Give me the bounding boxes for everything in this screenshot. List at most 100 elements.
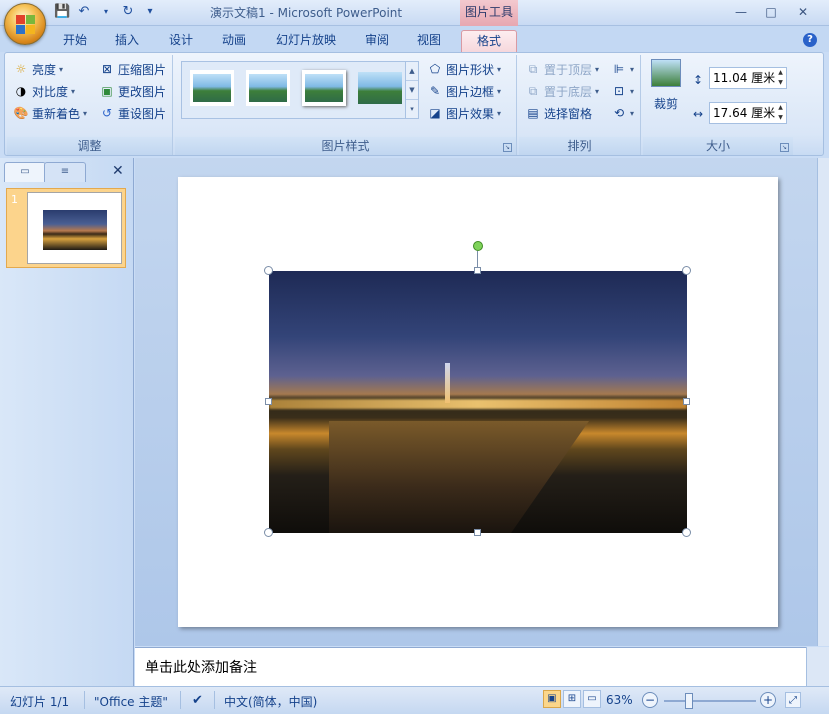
style-thumb-3[interactable] — [302, 70, 346, 106]
reset-picture-icon: ↺ — [101, 106, 113, 120]
brightness-label: 亮度 — [32, 62, 57, 77]
crop-button[interactable]: 裁剪 — [649, 59, 683, 117]
selected-picture[interactable] — [269, 271, 687, 533]
width-value: 17.64 厘米 — [713, 106, 776, 120]
resize-handle-se[interactable] — [682, 528, 691, 537]
gallery-scroll[interactable]: ▲ ▼ ▾ — [405, 61, 419, 119]
brightness-button[interactable]: ☼ 亮度 ▾ — [13, 59, 63, 79]
close-panel-icon[interactable]: ✕ — [112, 164, 126, 178]
close-button[interactable]: ✕ — [788, 2, 818, 22]
change-picture-button[interactable]: ▣ 更改图片 — [99, 81, 166, 101]
resize-handle-s[interactable] — [474, 529, 481, 536]
group-objects-button[interactable]: ⊡ ▾ — [611, 81, 634, 101]
group-icon: ⊡ — [613, 84, 625, 98]
bring-front-icon: ⧉ — [528, 62, 538, 76]
bring-to-front-button[interactable]: ⧉ 置于顶层 ▾ — [525, 59, 599, 79]
width-icon: ↔ — [693, 107, 704, 121]
gallery-more-icon[interactable]: ▾ — [406, 100, 418, 119]
style-thumb-4[interactable] — [358, 70, 402, 106]
outline-tab-icon[interactable]: ≡ — [44, 162, 86, 182]
size-launcher-icon[interactable]: ↘ — [780, 143, 789, 152]
compress-pictures-button[interactable]: ⊠ 压缩图片 — [99, 59, 166, 79]
picture-shape-label: 图片形状 — [446, 62, 495, 77]
maximize-button[interactable]: □ — [756, 2, 786, 22]
zoom-slider-track[interactable] — [664, 700, 756, 702]
align-icon: ⊫ — [613, 62, 625, 76]
slide-thumbnail[interactable]: 1 — [6, 188, 126, 268]
resize-handle-e[interactable] — [683, 398, 690, 405]
save-icon[interactable]: 💾 — [54, 4, 70, 20]
picture-styles-launcher-icon[interactable]: ↘ — [503, 143, 512, 152]
style-thumb-2[interactable] — [246, 70, 290, 106]
picture-shape-button[interactable]: ⬠ 图片形状 ▾ — [427, 59, 501, 79]
resize-handle-ne[interactable] — [682, 266, 691, 275]
resize-handle-sw[interactable] — [264, 528, 273, 537]
notes-pane[interactable]: 单击此处添加备注 — [135, 647, 806, 686]
tab-format[interactable]: 格式 — [461, 30, 517, 52]
slides-tab-icon[interactable]: ▭ — [4, 162, 46, 182]
height-input[interactable]: 11.04 厘米 ▲ ▼ — [709, 67, 787, 89]
ribbon: ☼ 亮度 ▾ ◑ 对比度 ▾ 🎨 重新着色 ▾ ⊠ 压缩图片 ▣ 更改图片 ↺ 重设图… — [4, 52, 824, 156]
quick-access-toolbar: 💾 ↶ ▾ ↻ ▾ — [54, 4, 158, 20]
customize-qat-button[interactable]: ▾ — [142, 4, 158, 20]
notes-scrollbar[interactable] — [806, 647, 829, 686]
zoom-in-icon[interactable]: + — [760, 692, 776, 708]
fit-to-window-icon[interactable]: ⤢ — [785, 692, 801, 708]
normal-view-icon[interactable]: ▣ — [543, 690, 561, 708]
tab-insert[interactable]: 插入 — [108, 30, 146, 52]
height-spin-icon[interactable]: ▲ ▼ — [775, 68, 786, 88]
picture-effects-button[interactable]: ◪ 图片效果 ▾ — [427, 103, 501, 123]
resize-handle-w[interactable] — [265, 398, 272, 405]
editor-scrollbar[interactable] — [817, 158, 829, 646]
style-thumb-1[interactable] — [190, 70, 234, 106]
help-icon[interactable]: ? — [803, 33, 817, 47]
tab-view[interactable]: 视图 — [410, 30, 448, 52]
dropdown-arrow-icon[interactable]: ▾ — [98, 4, 114, 20]
rotate-icon: ⟲ — [613, 106, 625, 120]
tab-design[interactable]: 设计 — [162, 30, 200, 52]
undo-icon[interactable]: ↶ — [76, 4, 92, 20]
gallery-up-icon[interactable]: ▲ — [406, 62, 418, 81]
tab-animation[interactable]: 动画 — [215, 30, 253, 52]
contrast-button[interactable]: ◑ 对比度 ▾ — [13, 81, 75, 101]
rotate-button[interactable]: ⟲ ▾ — [611, 103, 634, 123]
minimize-button[interactable]: — — [726, 2, 756, 22]
tab-slideshow[interactable]: 幻灯片放映 — [270, 30, 342, 52]
tab-home[interactable]: 开始 — [56, 30, 94, 52]
spellcheck-icon[interactable]: ✔ — [192, 693, 203, 708]
group-arrange: ⧉ 置于顶层 ▾ ⧉ 置于底层 ▾ ▤ 选择窗格 ⊫ ▾ ⊡ ▾ ⟲ ▾ 排列 — [519, 55, 641, 155]
crop-icon — [651, 59, 681, 87]
zoom-slider-thumb[interactable] — [685, 693, 693, 709]
resize-handle-nw[interactable] — [264, 266, 273, 275]
height-icon: ↕ — [693, 73, 704, 87]
picture-tools-context-tab: 图片工具 — [460, 0, 518, 26]
slides-panel: ▭ ≡ ✕ 1 — [0, 158, 134, 686]
redo-icon[interactable]: ↻ — [120, 4, 136, 20]
office-button[interactable] — [4, 3, 46, 45]
tab-review[interactable]: 审阅 — [358, 30, 396, 52]
zoom-out-icon[interactable]: − — [642, 692, 658, 708]
selection-pane-icon: ▤ — [527, 106, 539, 120]
gallery-down-icon[interactable]: ▼ — [406, 81, 418, 100]
width-input[interactable]: 17.64 厘米 ▲ ▼ — [709, 102, 787, 124]
group-label-adjust: 调整 — [7, 137, 172, 155]
status-bar: 幻灯片 1/1 "Office 主题" ✔ 中文(简体，中国) ▣ ⊞ ▭ 63… — [0, 686, 829, 714]
slide-mini-preview — [27, 192, 122, 264]
slideshow-view-icon[interactable]: ▭ — [583, 690, 601, 708]
width-spin-icon[interactable]: ▲ ▼ — [775, 103, 786, 123]
zoom-level[interactable]: 63% — [606, 693, 633, 707]
picture-border-button[interactable]: ✎ 图片边框 ▾ — [427, 81, 501, 101]
recolor-button[interactable]: 🎨 重新着色 ▾ — [13, 103, 88, 123]
sun-icon: ☼ — [15, 62, 27, 76]
reset-picture-button[interactable]: ↺ 重设图片 — [99, 103, 166, 123]
title-bar: 💾 ↶ ▾ ↻ ▾ 演示文稿1 - Microsoft PowerPoint 图… — [0, 0, 829, 26]
slide-sorter-view-icon[interactable]: ⊞ — [563, 690, 581, 708]
notes-placeholder: 单击此处添加备注 — [145, 660, 257, 676]
send-to-back-button[interactable]: ⧉ 置于底层 ▾ — [525, 81, 599, 101]
group-picture-styles: ▲ ▼ ▾ ⬠ 图片形状 ▾ ✎ 图片边框 ▾ ◪ 图片效果 ▾ 图片样式 ↘ — [175, 55, 517, 155]
rotation-handle[interactable] — [473, 241, 483, 251]
contrast-icon: ◑ — [15, 84, 27, 98]
resize-handle-n[interactable] — [474, 267, 481, 274]
selection-pane-button[interactable]: ▤ 选择窗格 — [525, 103, 592, 123]
align-button[interactable]: ⊫ ▾ — [611, 59, 634, 79]
